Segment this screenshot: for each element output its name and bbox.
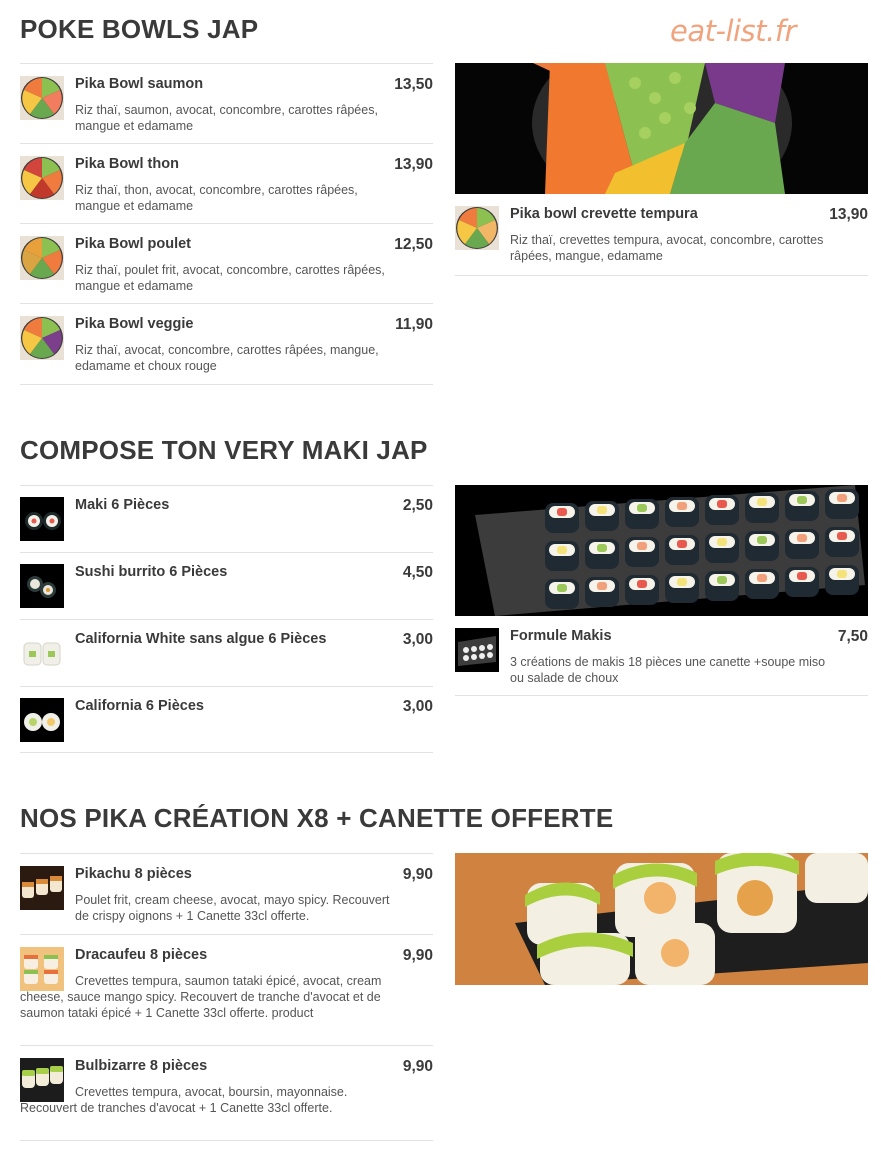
item-description: Crevettes tempura, avocat, boursin, mayo…	[20, 1085, 348, 1115]
item-description: Riz thaï, avocat, concombre, carottes râ…	[75, 343, 379, 373]
section-poke-bowls: POKE BOWLS JAP Pika Bowl saumon 13,50 Ri…	[20, 14, 868, 394]
section-title: COMPOSE TON VERY MAKI JAP	[20, 435, 428, 465]
poke-bowl-salmon-icon	[20, 76, 64, 120]
item-name: Pika Bowl poulet	[75, 236, 192, 252]
makis-platter-icon	[455, 628, 499, 672]
item-description: Crevettes tempura, saumon tataki épicé, …	[20, 974, 382, 1020]
item-name: California White sans algue 6 Pièces	[75, 631, 327, 647]
menu-item[interactable]: Dracaufeu 8 pièces 9,90 Crevettes tempur…	[20, 934, 433, 1045]
poke-bowl-veggie-icon	[20, 316, 64, 360]
menu-list: Pika Bowl saumon 13,50 Riz thaï, saumon,…	[20, 63, 433, 385]
section-maki: COMPOSE TON VERY MAKI JAP Maki 6 Pièces …	[20, 435, 868, 765]
section-title: POKE BOWLS JAP	[20, 14, 259, 44]
menu-item[interactable]: Maki 6 Pièces 2,50	[20, 485, 433, 552]
menu-item[interactable]: California 6 Pièces 3,00	[20, 686, 433, 753]
item-price: 7,50	[837, 628, 868, 645]
item-name: Pika bowl crevette tempura	[510, 206, 698, 222]
item-description: Poulet frit, cream cheese, avocat, mayo …	[75, 893, 390, 923]
maki-icon	[20, 497, 64, 541]
item-price: 13,90	[829, 206, 868, 223]
item-name: Pika Bowl saumon	[75, 76, 204, 92]
menu-item[interactable]: Pika Bowl thon 13,90 Riz thaï, thon, avo…	[20, 143, 433, 223]
item-description: Riz thaï, poulet frit, avocat, concombre…	[75, 263, 385, 293]
poke-bowl-photo	[455, 63, 868, 194]
menu-item[interactable]: Pika Bowl saumon 13,50 Riz thaï, saumon,…	[20, 63, 433, 143]
item-name: Pikachu 8 pièces	[75, 866, 192, 882]
item-price: 9,90	[402, 866, 433, 883]
menu-item[interactable]: Sushi burrito 6 Pièces 4,50	[20, 552, 433, 619]
menu-item[interactable]: Pika Bowl veggie 11,90 Riz thaï, avocat,…	[20, 303, 433, 385]
item-name: Formule Makis	[510, 628, 612, 644]
menu-item[interactable]: Formule Makis 7,50 3 créations de makis …	[455, 616, 868, 696]
item-name: Pika Bowl veggie	[75, 316, 194, 332]
item-price: 11,90	[395, 316, 433, 333]
california-roll-icon	[20, 698, 64, 742]
item-description: Riz thaï, crevettes tempura, avocat, con…	[510, 233, 824, 263]
poke-bowl-chicken-icon	[20, 236, 64, 280]
item-description: Riz thaï, thon, avocat, concombre, carot…	[75, 183, 358, 213]
menu-item[interactable]: California White sans algue 6 Pièces 3,0…	[20, 619, 433, 686]
item-price: 13,50	[394, 76, 433, 93]
item-name: California 6 Pièces	[75, 698, 204, 714]
menu-item[interactable]: Pikachu 8 pièces 9,90 Poulet frit, cream…	[20, 853, 433, 934]
item-price: 3,00	[402, 698, 433, 715]
menu-list: Pika bowl crevette tempura 13,90 Riz tha…	[455, 63, 868, 276]
menu-list: Pikachu 8 pièces 9,90 Poulet frit, cream…	[20, 853, 433, 1141]
menu-list: Maki 6 Pièces 2,50 Sushi burrito 6 Pièce…	[20, 485, 433, 753]
item-price: 2,50	[402, 497, 433, 514]
pika-creation-photo	[455, 853, 868, 985]
menu-item[interactable]: Pika bowl crevette tempura 13,90 Riz tha…	[455, 194, 868, 276]
menu-item[interactable]: Bulbizarre 8 pièces 9,90 Crevettes tempu…	[20, 1045, 433, 1141]
item-price: 13,90	[394, 156, 433, 173]
item-name: Sushi burrito 6 Pièces	[75, 564, 228, 580]
sushi-burrito-icon	[20, 564, 64, 608]
section-title: NOS PIKA CRÉATION X8 + CANETTE OFFERTE	[20, 803, 614, 833]
item-price: 9,90	[402, 1058, 433, 1075]
menu-item[interactable]: Pika Bowl poulet 12,50 Riz thaï, poulet …	[20, 223, 433, 303]
item-price: 12,50	[394, 236, 433, 253]
pikachu-roll-icon	[20, 866, 64, 910]
item-description: Riz thaï, saumon, avocat, concombre, car…	[75, 103, 378, 133]
california-white-icon	[20, 631, 64, 675]
item-description: 3 créations de makis 18 pièces une canet…	[510, 655, 826, 685]
item-name: Pika Bowl thon	[75, 156, 179, 172]
item-price: 9,90	[402, 947, 433, 964]
poke-bowl-tuna-icon	[20, 156, 64, 200]
item-name: Dracaufeu 8 pièces	[75, 947, 208, 963]
item-price: 4,50	[402, 564, 433, 581]
poke-bowl-shrimp-icon	[455, 206, 499, 250]
menu-list: Formule Makis 7,50 3 créations de makis …	[455, 485, 868, 696]
maki-platter-photo	[455, 485, 868, 616]
item-name: Maki 6 Pièces	[75, 497, 170, 513]
section-pika-creation: NOS PIKA CRÉATION X8 + CANETTE OFFERTE P…	[20, 803, 868, 1148]
item-name: Bulbizarre 8 pièces	[75, 1058, 208, 1074]
item-price: 3,00	[402, 631, 433, 648]
